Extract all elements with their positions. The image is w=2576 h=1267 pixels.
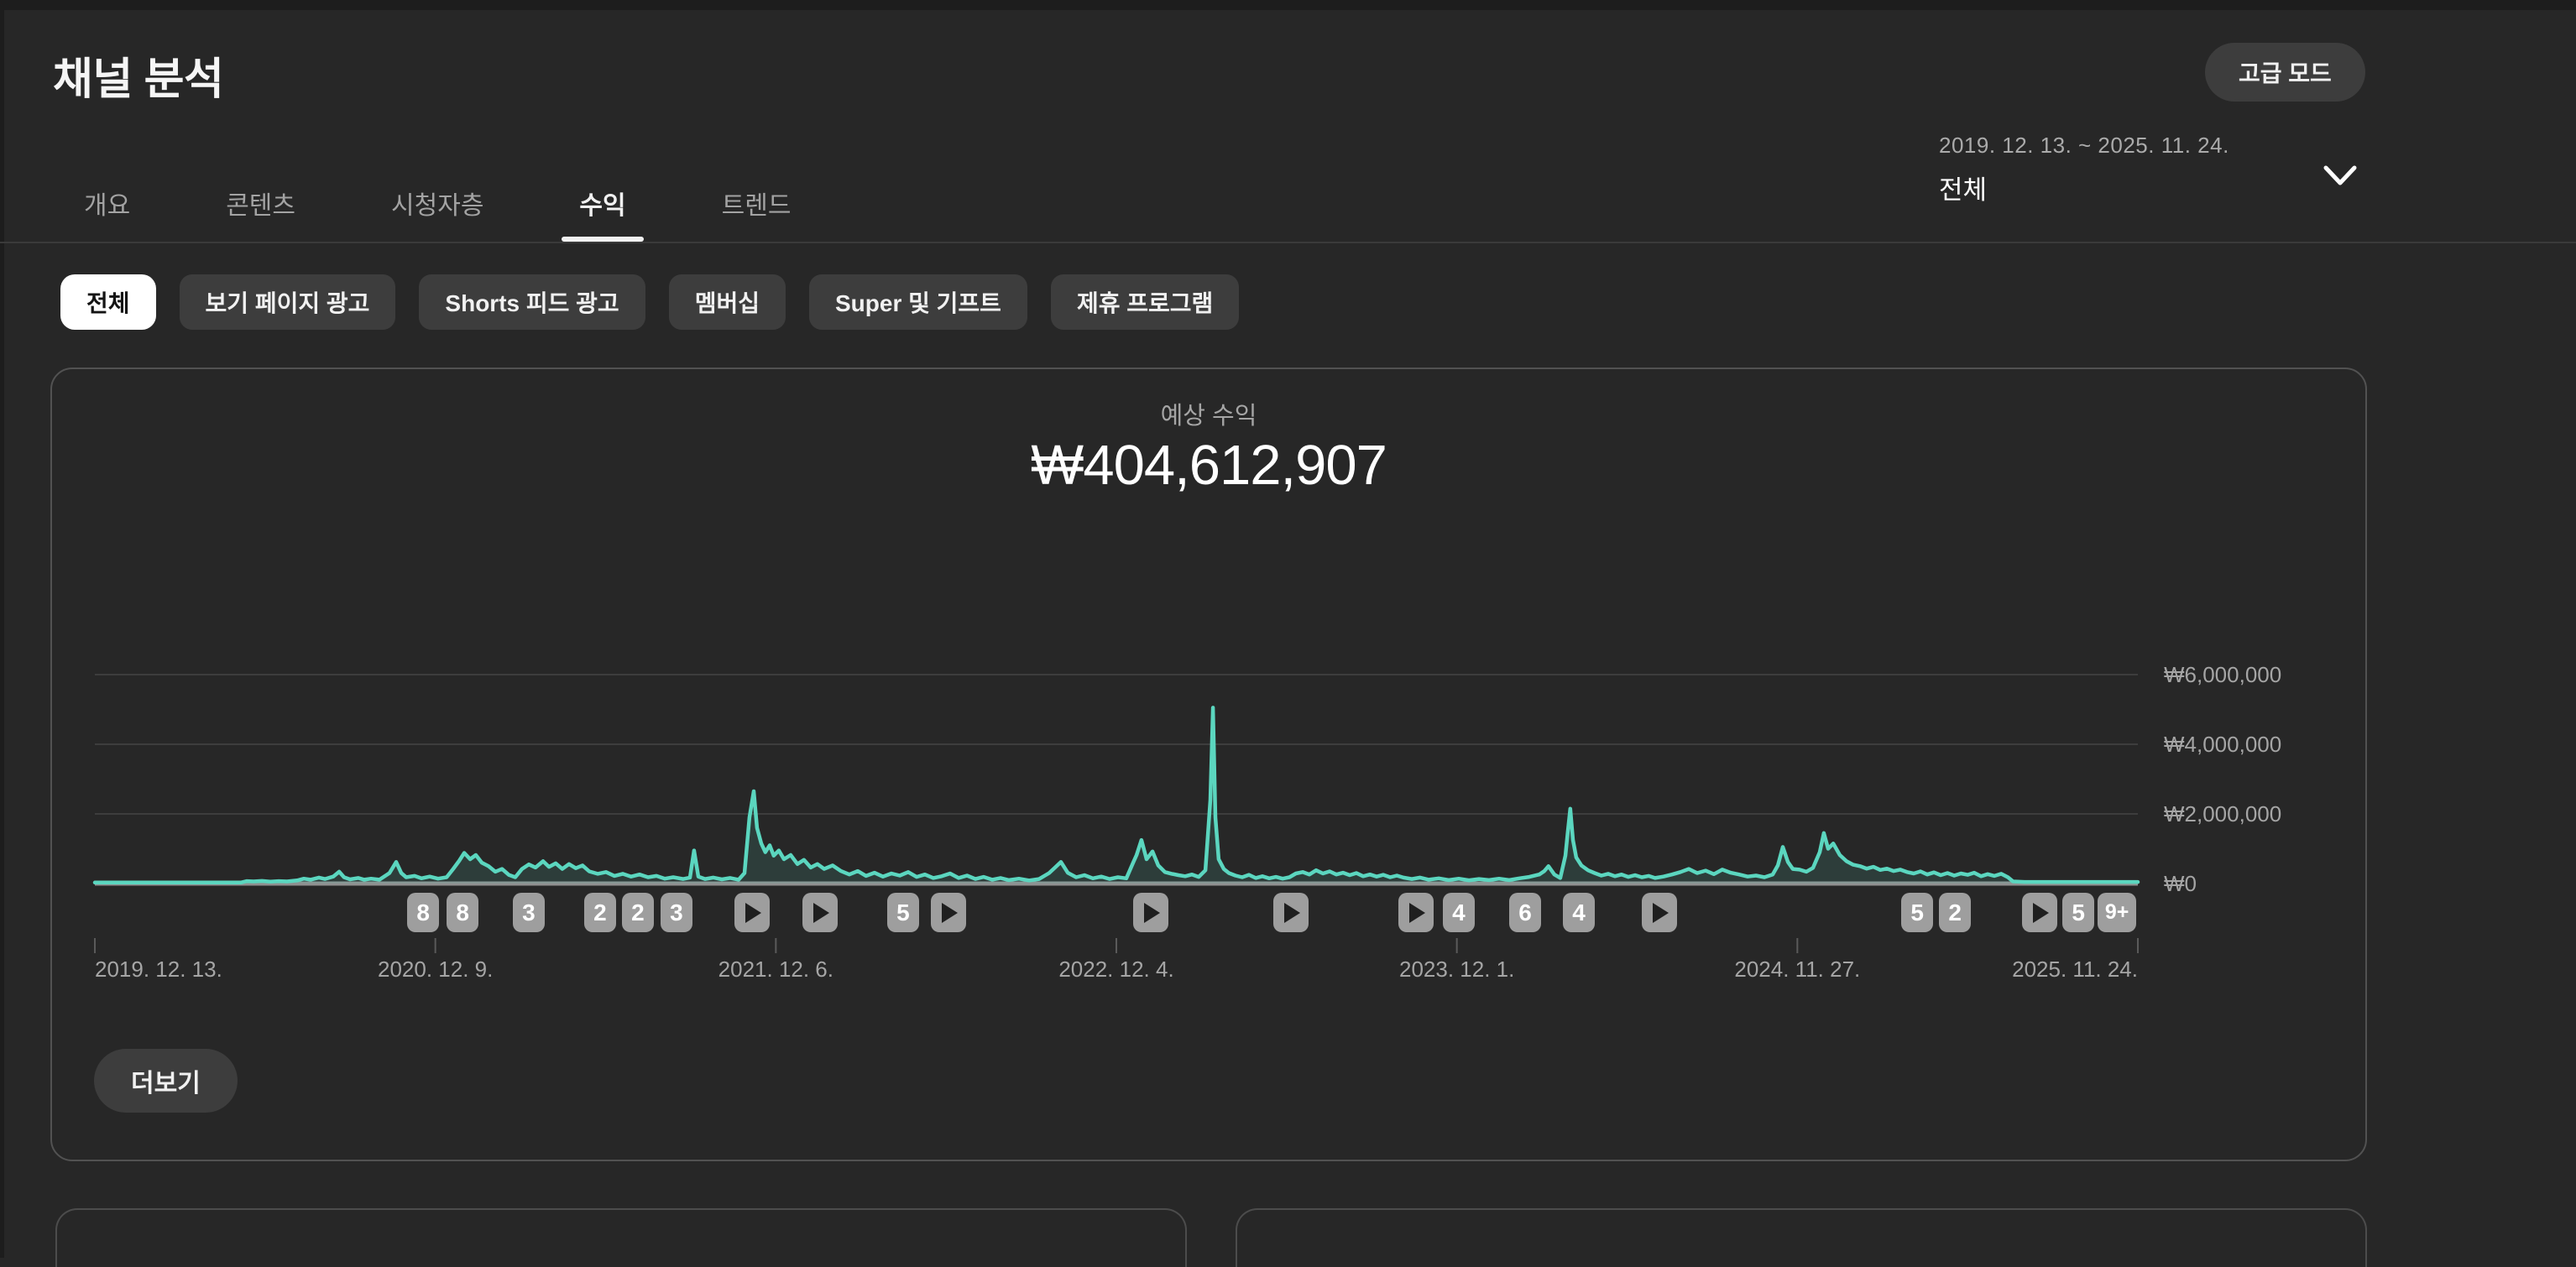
video-marker-play[interactable] — [1133, 893, 1168, 932]
video-marker-count[interactable]: 2 — [1939, 893, 1971, 932]
advanced-mode-button[interactable]: 고급 모드 — [2205, 43, 2365, 102]
chip-보기 페이지 광고[interactable]: 보기 페이지 광고 — [180, 274, 396, 330]
video-marker-play[interactable] — [2022, 893, 2057, 932]
x-axis-label: 2021. 12. 6. — [718, 957, 833, 983]
video-marker-count[interactable]: 6 — [1509, 893, 1541, 932]
chip-Super 및 기프트[interactable]: Super 및 기프트 — [809, 274, 1027, 330]
date-range-text: 2019. 12. 13. ~ 2025. 11. 24. — [1939, 133, 2409, 159]
see-more-button[interactable]: 더보기 — [94, 1049, 238, 1113]
window-top-edge — [0, 0, 2576, 10]
play-icon — [942, 903, 958, 923]
video-marker-count[interactable]: 4 — [1563, 893, 1595, 932]
play-icon — [745, 903, 761, 923]
bottom-right-card — [1236, 1208, 2367, 1267]
revenue-filter-chips: 전체 보기 페이지 광고 Shorts 피드 광고 멤버십 Super 및 기프트 제휴 … — [60, 274, 1239, 330]
video-marker-play[interactable] — [802, 893, 838, 932]
video-marker-count[interactable]: 5 — [887, 893, 919, 932]
video-marker-count[interactable]: 2 — [622, 893, 654, 932]
x-axis-label: 2022. 12. 4. — [1058, 957, 1173, 983]
page-title: 채널 분석 — [53, 44, 223, 107]
chevron-down-icon[interactable] — [2320, 159, 2360, 193]
tab-수익[interactable]: 수익 — [552, 164, 652, 242]
video-marker-count[interactable]: 9+ — [2098, 893, 2136, 932]
y-axis-label: ₩0 — [2164, 870, 2197, 897]
video-marker-count[interactable]: 8 — [447, 893, 478, 932]
x-axis-label: 2025. 11. 24. — [2012, 957, 2138, 983]
play-icon — [1144, 903, 1160, 923]
tab-트렌드[interactable]: 트렌드 — [695, 164, 818, 242]
video-marker-count[interactable]: 3 — [661, 893, 692, 932]
tabbar-divider — [0, 242, 2576, 243]
revenue-chart-card: 예상 수익 ₩404,612,907 88322354645259+ 2019.… — [50, 368, 2367, 1161]
video-marker-play[interactable] — [1642, 893, 1677, 932]
y-axis-label: ₩4,000,000 — [2164, 731, 2281, 758]
y-axis-label: ₩6,000,000 — [2164, 661, 2281, 688]
y-axis-label: ₩2,000,000 — [2164, 800, 2281, 827]
date-range-selector[interactable]: 2019. 12. 13. ~ 2025. 11. 24. 전체 — [1939, 133, 2409, 216]
video-marker-play[interactable] — [1398, 893, 1434, 932]
revenue-line-chart[interactable] — [52, 369, 2369, 1163]
video-marker-count[interactable]: 8 — [407, 893, 439, 932]
video-marker-play[interactable] — [1273, 893, 1309, 932]
video-marker-count[interactable]: 4 — [1443, 893, 1475, 932]
video-marker-play[interactable] — [931, 893, 966, 932]
analytics-tabbar: 개요 콘텐츠 시청자층 수익 트렌드 — [57, 164, 818, 242]
chip-제휴 프로그램[interactable]: 제휴 프로그램 — [1051, 274, 1239, 330]
x-axis-label: 2020. 12. 9. — [378, 957, 493, 983]
play-icon — [2033, 903, 2049, 923]
revenue-area-fill — [95, 707, 2138, 884]
bottom-left-card — [55, 1208, 1187, 1267]
play-icon — [1284, 903, 1300, 923]
x-axis-label: 2023. 12. 1. — [1399, 957, 1514, 983]
video-marker-count[interactable]: 5 — [2062, 893, 2094, 932]
x-axis-label: 2024. 11. 27. — [1734, 957, 1860, 983]
play-icon — [1653, 903, 1669, 923]
chip-Shorts 피드 광고[interactable]: Shorts 피드 광고 — [419, 274, 645, 330]
video-marker-count[interactable]: 5 — [1901, 893, 1933, 932]
tab-개요[interactable]: 개요 — [57, 164, 157, 242]
video-marker-play[interactable] — [734, 893, 770, 932]
tab-시청자층[interactable]: 시청자층 — [364, 164, 510, 242]
video-marker-count[interactable]: 3 — [513, 893, 545, 932]
play-icon — [813, 903, 829, 923]
play-icon — [1409, 903, 1425, 923]
video-marker-count[interactable]: 2 — [584, 893, 616, 932]
window-left-edge — [0, 0, 4, 1258]
chip-전체[interactable]: 전체 — [60, 274, 156, 330]
tab-콘텐츠[interactable]: 콘텐츠 — [199, 164, 322, 242]
chip-멤버십[interactable]: 멤버십 — [669, 274, 786, 330]
x-axis-label: 2019. 12. 13. — [95, 957, 222, 983]
